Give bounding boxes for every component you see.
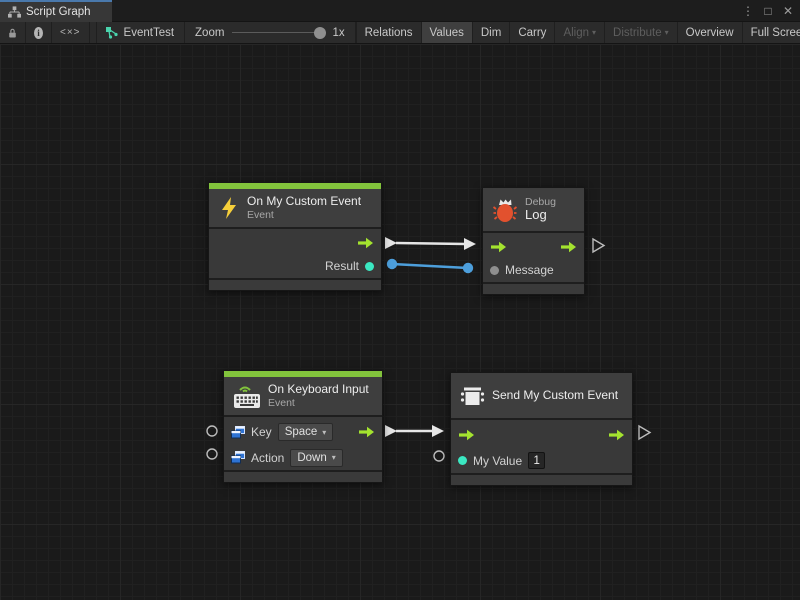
control-input-arrow-icon[interactable]: [490, 241, 507, 253]
node-subtitle: Event: [268, 397, 369, 409]
node-footer: [483, 284, 584, 294]
unconnected-value-port-action[interactable]: [207, 449, 217, 459]
node-header[interactable]: Send My Custom Event: [451, 373, 632, 418]
unconnected-control-port-debug-log[interactable]: [593, 239, 604, 252]
result-value-port[interactable]: [365, 262, 374, 271]
zoom-slider-handle[interactable]: [314, 27, 326, 39]
zoom-slider[interactable]: [232, 32, 324, 33]
key-dropdown[interactable]: Space ▾: [278, 423, 334, 441]
node-title: On Keyboard Input: [268, 383, 369, 397]
node-debug-log[interactable]: Debug Log Message: [482, 187, 585, 295]
connections-layer: [0, 44, 800, 600]
node-footer: [224, 472, 382, 482]
value-connection-1: [387, 259, 473, 273]
node-header[interactable]: On My Custom Event Event: [209, 189, 381, 227]
graph-hierarchy-icon: [8, 6, 21, 18]
control-input-arrow-icon[interactable]: [458, 429, 475, 441]
carry-button[interactable]: Carry: [509, 22, 554, 43]
align-dropdown[interactable]: Align▾: [554, 22, 604, 43]
node-send-my-custom-event[interactable]: Send My Custom Event My Value: [450, 372, 633, 486]
message-value-port[interactable]: [490, 266, 499, 275]
enum-type-icon: [231, 451, 245, 464]
chevron-down-icon: ▾: [332, 453, 336, 462]
control-connection-1: [385, 237, 476, 250]
lock-button[interactable]: [0, 22, 26, 43]
values-button[interactable]: Values: [421, 22, 472, 43]
close-icon[interactable]: ✕: [780, 3, 796, 19]
node-title: Send My Custom Event: [492, 389, 618, 403]
full-screen-button[interactable]: Full Screen: [742, 22, 800, 43]
inspect-button[interactable]: i: [26, 22, 52, 43]
chevron-down-icon: ▾: [322, 428, 326, 437]
graph-reference-button[interactable]: EventTest: [96, 22, 186, 43]
node-on-my-custom-event[interactable]: On My Custom Event Event Result: [208, 182, 382, 291]
overview-button[interactable]: Overview: [677, 22, 742, 43]
bug-icon: [492, 197, 518, 223]
graph-name-label: EventTest: [124, 27, 175, 39]
tab-script-graph[interactable]: Script Graph: [0, 0, 112, 22]
unconnected-value-port-my-value[interactable]: [434, 451, 444, 461]
node-header[interactable]: On Keyboard Input Event: [224, 377, 382, 415]
node-footer: [209, 280, 381, 290]
zoom-label: Zoom: [195, 27, 224, 39]
dim-button[interactable]: Dim: [472, 22, 509, 43]
code-view-button[interactable]: <×>: [52, 22, 90, 43]
control-output-arrow-icon[interactable]: [357, 237, 374, 249]
zoom-value-label: 1x: [332, 27, 344, 39]
info-icon: i: [34, 27, 43, 39]
node-title: On My Custom Event: [247, 195, 361, 209]
lock-icon: [8, 27, 17, 39]
my-value-input[interactable]: [528, 452, 545, 469]
zoom-control: Zoom 1x: [185, 22, 356, 43]
my-value-port-label: My Value: [473, 454, 522, 468]
action-port-label: Action: [251, 451, 284, 465]
node-header[interactable]: Debug Log: [483, 188, 584, 231]
node-subtitle: Event: [247, 209, 361, 221]
enum-type-icon: [231, 426, 245, 439]
graph-toolbar: i <×> EventTest Zoom 1x Relations Values…: [0, 22, 800, 44]
graph-canvas[interactable]: On My Custom Event Event Result: [0, 44, 800, 600]
keyboard-icon: [233, 383, 261, 409]
maximize-icon[interactable]: □: [760, 3, 776, 19]
chevron-down-icon: ▾: [665, 28, 669, 37]
custom-event-icon: [460, 384, 485, 408]
code-icon: <×>: [60, 27, 81, 38]
control-connection-2: [385, 425, 444, 437]
tab-label: Script Graph: [26, 6, 91, 18]
chevron-down-icon: ▾: [592, 28, 596, 37]
message-port-label: Message: [505, 263, 554, 277]
action-dropdown[interactable]: Down ▾: [290, 449, 342, 467]
result-port-label: Result: [325, 259, 359, 273]
unconnected-control-port-send-event[interactable]: [639, 426, 650, 439]
node-title: Log: [525, 208, 556, 223]
toolbar-buttons: Relations Values Dim Carry Align▾ Distri…: [356, 22, 800, 43]
relations-button[interactable]: Relations: [356, 22, 421, 43]
control-output-arrow-icon[interactable]: [560, 241, 577, 253]
tab-bar: Script Graph ⋮ □ ✕: [0, 0, 800, 22]
node-on-keyboard-input[interactable]: On Keyboard Input Event Key Space: [223, 370, 383, 483]
kebab-menu-icon[interactable]: ⋮: [740, 3, 756, 19]
node-footer: [451, 475, 632, 485]
control-output-arrow-icon[interactable]: [358, 426, 375, 438]
my-value-port[interactable]: [458, 456, 467, 465]
unconnected-value-port-key[interactable]: [207, 426, 217, 436]
distribute-dropdown[interactable]: Distribute▾: [604, 22, 677, 43]
script-graph-window: Script Graph ⋮ □ ✕ i <×>: [0, 0, 800, 600]
lightning-icon: [218, 196, 240, 220]
graph-asset-icon: [105, 26, 118, 39]
key-port-label: Key: [251, 425, 272, 439]
window-controls: ⋮ □ ✕: [740, 0, 796, 22]
control-output-arrow-icon[interactable]: [608, 429, 625, 441]
